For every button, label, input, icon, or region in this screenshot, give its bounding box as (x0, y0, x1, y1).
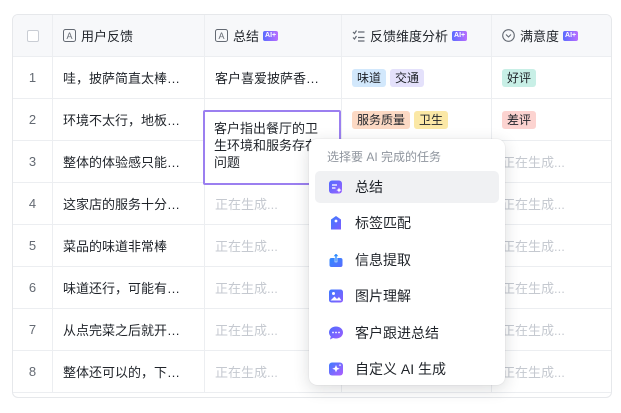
select-all-checkbox[interactable] (26, 29, 39, 42)
generating-placeholder: 正在生成... (215, 365, 278, 380)
menu-item-label: 客户跟进总结 (355, 324, 439, 341)
row-number: 2 (13, 99, 53, 140)
menu-item-summary[interactable]: 总结 (315, 171, 499, 203)
svg-text:A: A (218, 31, 224, 41)
select-all-cell[interactable] (13, 15, 53, 56)
feedback-cell[interactable]: 哇，披萨简直太棒… (53, 57, 205, 98)
feedback-cell[interactable]: 菜品的味道非常棒 (53, 225, 205, 266)
satisfaction-tag: 好评 (502, 68, 537, 87)
feedback-cell[interactable]: 这家店的服务十分… (53, 183, 205, 224)
column-header-satisfaction[interactable]: 满意度 AI+ (492, 15, 611, 56)
summary-text: 客户喜爱披萨香… (215, 71, 320, 86)
feedback-text: 整体的体验感只能… (63, 155, 181, 170)
feedback-cell[interactable]: 整体的体验感只能… (53, 141, 205, 182)
feedback-text: 从点完菜之后就开… (63, 323, 181, 338)
satisfaction-cell[interactable]: 正在生成... (492, 225, 611, 266)
column-title: 满意度 (520, 29, 560, 44)
text-field-icon: A (215, 29, 228, 42)
ai-badge: AI+ (563, 30, 579, 41)
image-understand-icon (328, 288, 344, 304)
custom-ai-icon (328, 361, 344, 377)
feedback-text: 这家店的服务十分… (63, 197, 181, 212)
row-number: 5 (13, 225, 53, 266)
dimension-cell[interactable]: 服务质量 卫生 (342, 99, 492, 140)
menu-item-label: 信息提取 (355, 251, 411, 268)
summary-cell[interactable]: 客户喜爱披萨香… (205, 57, 342, 98)
table-header-row: A 用户反馈 A 总结 AI+ 反馈维度分析 AI+ 满意度 AI+ (13, 15, 611, 57)
ai-badge: AI+ (452, 30, 468, 41)
feedback-text: 环境不太行，地板… (63, 113, 181, 128)
satisfaction-cell[interactable]: 正在生成... (492, 309, 611, 350)
menu-item-chat-summary[interactable]: 客户跟进总结 (315, 317, 499, 349)
svg-text:A: A (66, 31, 72, 41)
dimension-tag: 卫生 (414, 110, 449, 129)
summary-icon (328, 179, 344, 195)
multi-select-icon (352, 29, 365, 42)
column-header-dimension[interactable]: 反馈维度分析 AI+ (342, 15, 492, 56)
ai-badge: AI+ (263, 30, 279, 41)
column-header-feedback[interactable]: A 用户反馈 (53, 15, 205, 56)
row-number: 3 (13, 141, 53, 182)
generating-placeholder: 正在生成... (502, 365, 565, 380)
satisfaction-cell[interactable]: 差评 (492, 99, 611, 140)
feedback-cell[interactable]: 味道还行，可能有… (53, 267, 205, 308)
menu-item-tag-match[interactable]: 标签匹配 (315, 207, 499, 239)
dimension-cell[interactable]: 味道 交通 (342, 57, 492, 98)
menu-item-extract[interactable]: 信息提取 (315, 244, 499, 276)
row-number: 1 (13, 57, 53, 98)
satisfaction-cell[interactable]: 正在生成... (492, 141, 611, 182)
generating-placeholder: 正在生成... (215, 197, 278, 212)
dimension-tag: 交通 (390, 68, 425, 87)
feedback-cell[interactable]: 从点完菜之后就开… (53, 309, 205, 350)
menu-item-label: 标签匹配 (355, 215, 411, 232)
menu-item-label: 总结 (355, 179, 383, 195)
generating-placeholder: 正在生成... (502, 197, 565, 212)
menu-item-image-understand[interactable]: 图片理解 (315, 280, 499, 312)
satisfaction-cell[interactable]: 正在生成... (492, 351, 611, 392)
menu-item-label: 自定义 AI 生成 (355, 360, 447, 377)
column-title: 用户反馈 (81, 29, 134, 44)
feedback-text: 哇，披萨简直太棒… (63, 71, 181, 86)
text-field-icon: A (63, 29, 76, 42)
column-title: 反馈维度分析 (370, 29, 449, 44)
satisfaction-cell[interactable]: 正在生成... (492, 267, 611, 308)
generating-placeholder: 正在生成... (215, 323, 278, 338)
satisfaction-cell[interactable]: 好评 (492, 57, 611, 98)
column-header-summary[interactable]: A 总结 AI+ (205, 15, 342, 56)
extract-icon (328, 252, 344, 268)
feedback-text: 味道还行，可能有… (63, 281, 181, 296)
feedback-cell[interactable]: 环境不太行，地板… (53, 99, 205, 140)
single-select-icon (502, 29, 515, 42)
dimension-tag: 服务质量 (352, 110, 411, 129)
menu-title: 选择要 AI 完成的任务 (327, 150, 442, 164)
feedback-text: 菜品的味道非常棒 (63, 239, 168, 254)
row-number: 7 (13, 309, 53, 350)
generating-placeholder: 正在生成... (215, 281, 278, 296)
generating-placeholder: 正在生成... (502, 155, 565, 170)
satisfaction-tag: 差评 (502, 110, 537, 129)
generating-placeholder: 正在生成... (502, 239, 565, 254)
dimension-tag: 味道 (352, 68, 387, 87)
feedback-cell[interactable]: 整体还可以的，下… (53, 351, 205, 392)
menu-item-label: 图片理解 (355, 288, 411, 305)
generating-placeholder: 正在生成... (502, 323, 565, 338)
row-number: 8 (13, 351, 53, 392)
ai-task-menu: 选择要 AI 完成的任务 总结 标签匹配 信息提取 图片理解 客户跟进总结 自定… (309, 139, 505, 385)
satisfaction-cell[interactable]: 正在生成... (492, 183, 611, 224)
table-row[interactable]: 1 哇，披萨简直太棒… 客户喜爱披萨香… 味道 交通 好评 (13, 57, 611, 99)
generating-placeholder: 正在生成... (215, 239, 278, 254)
tag-match-icon (328, 215, 344, 231)
menu-item-custom-ai[interactable]: 自定义 AI 生成 (315, 353, 499, 385)
feedback-text: 整体还可以的，下… (63, 365, 181, 380)
column-title: 总结 (233, 29, 260, 44)
row-number: 6 (13, 267, 53, 308)
chat-summary-icon (328, 325, 344, 341)
generating-placeholder: 正在生成... (502, 281, 565, 296)
row-number: 4 (13, 183, 53, 224)
